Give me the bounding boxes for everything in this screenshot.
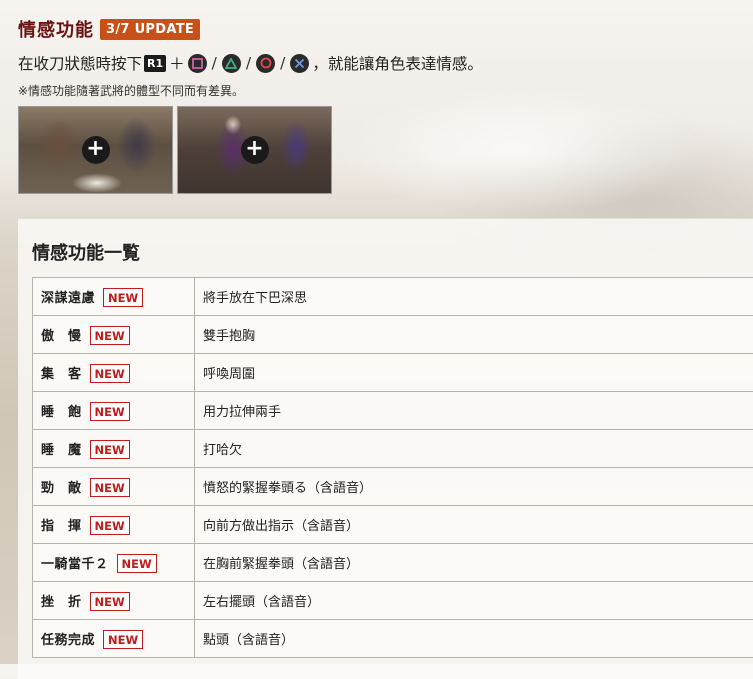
update-badge: 3/7 UPDATE [100,19,200,40]
circle-button-icon [256,54,275,73]
title-row: 情感功能 3/7 UPDATE [18,14,748,44]
header: 情感功能 3/7 UPDATE 在收刀狀態時按下 R1 ＋ / / / ，就能讓… [18,14,748,194]
new-badge: NEW [90,440,130,459]
emote-name: 勁 敵 [41,477,82,496]
new-badge: NEW [90,516,130,535]
emote-desc: 向前方做出指示（含語音） [195,506,753,544]
emote-name-cell: 一騎當千２ NEW [33,544,195,582]
emote-name: 深謀遠慮 [41,287,95,306]
thumbnail-row: + + [18,106,748,194]
emote-desc: 雙手抱胸 [195,316,753,354]
new-badge: NEW [90,478,130,497]
emote-name: 指 揮 [41,515,82,534]
emote-desc: 呼喚周圍 [195,354,753,392]
new-badge: NEW [103,288,143,307]
emote-desc: 將手放在下巴深思 [195,278,753,316]
emote-desc: 用力拉伸兩手 [195,392,753,430]
emote-desc: 點頭（含語音） [195,620,753,658]
emote-name-cell: 指 揮 NEW [33,506,195,544]
separator-slash: / [246,54,251,72]
triangle-button-icon [222,54,241,73]
emote-name-cell: 集 客 NEW [33,354,195,392]
emote-name: 傲 慢 [41,325,82,344]
emote-name-cell: 勁 敵 NEW [33,468,195,506]
emote-table: 深謀遠慮 NEW 將手放在下巴深思 傲 慢 NEW 雙手抱胸 集 客 NEW 呼喚周圍… [32,277,753,658]
table-row: 勁 敵 NEW 憤怒的緊握拳頭る（含語音） [33,468,753,506]
emote-desc: 打哈欠 [195,430,753,468]
section-title: 情感功能一覧 [32,239,140,265]
table-row: 任務完成 NEW 點頭（含語音） [33,620,753,658]
new-badge: NEW [90,402,130,421]
separator-slash: / [280,54,285,72]
new-badge: NEW [103,630,143,649]
new-badge: NEW [117,554,157,573]
instruction-line: 在收刀狀態時按下 R1 ＋ / / / ，就能讓角色表達情感。 [18,50,748,76]
separator-slash: / [212,54,217,72]
emote-name-cell: 任務完成 NEW [33,620,195,658]
plus-sign: ＋ [169,52,185,74]
new-badge: NEW [90,364,130,383]
emote-name: 一騎當千２ [41,553,109,572]
r1-button-icon: R1 [144,55,166,72]
emote-name-cell: 傲 慢 NEW [33,316,195,354]
table-row: 集 客 NEW 呼喚周圍 [33,354,753,392]
page-title: 情感功能 [18,16,94,42]
emote-name: 集 客 [41,363,82,382]
instruction-prefix: 在收刀狀態時按下 [18,52,142,74]
note-text: ※情感功能隨著武將的體型不同而有差異。 [18,82,748,99]
table-row: 傲 慢 NEW 雙手抱胸 [33,316,753,354]
emote-name: 睡 飽 [41,401,82,420]
emote-desc: 左右擺頭（含語音） [195,582,753,620]
new-badge: NEW [90,592,130,611]
table-row: 一騎當千２ NEW 在胸前緊握拳頭（含語音） [33,544,753,582]
table-row: 睡 飽 NEW 用力拉伸兩手 [33,392,753,430]
expand-plus-icon[interactable]: + [241,136,269,164]
emote-name: 任務完成 [41,629,95,648]
expand-plus-icon[interactable]: + [82,136,110,164]
emote-thumbnail-1[interactable]: + [18,106,173,194]
emote-name: 挫 折 [41,591,82,610]
cross-button-icon [290,54,309,73]
emote-name-cell: 睡 魔 NEW [33,430,195,468]
table-row: 指 揮 NEW 向前方做出指示（含語音） [33,506,753,544]
square-button-icon [188,54,207,73]
emote-name: 睡 魔 [41,439,82,458]
emote-name-cell: 深謀遠慮 NEW [33,278,195,316]
emote-thumbnail-2[interactable]: + [177,106,332,194]
table-row: 挫 折 NEW 左右擺頭（含語音） [33,582,753,620]
emote-name-cell: 挫 折 NEW [33,582,195,620]
emote-desc: 在胸前緊握拳頭（含語音） [195,544,753,582]
emote-name-cell: 睡 飽 NEW [33,392,195,430]
emote-list-panel: 情感功能一覧 深謀遠慮 NEW 將手放在下巴深思 傲 慢 NEW 雙手抱胸 集 客 N… [18,218,753,679]
table-row: 深謀遠慮 NEW 將手放在下巴深思 [33,278,753,316]
table-row: 睡 魔 NEW 打哈欠 [33,430,753,468]
instruction-suffix: ，就能讓角色表達情感。 [312,52,483,74]
new-badge: NEW [90,326,130,345]
emote-desc: 憤怒的緊握拳頭る（含語音） [195,468,753,506]
